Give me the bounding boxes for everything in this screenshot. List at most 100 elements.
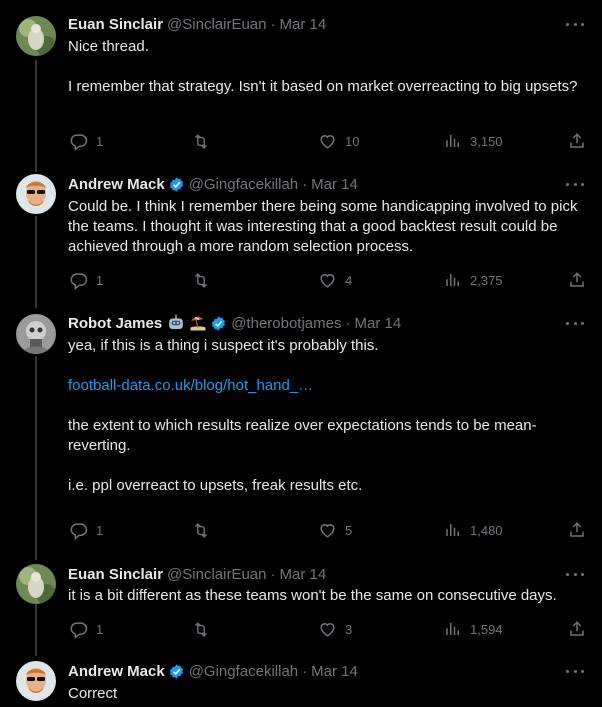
like-icon [320, 523, 335, 538]
reply-icon [70, 133, 88, 151]
like-icon [320, 273, 335, 288]
tweet-text: I remember that strategy. Isn't it based… [68, 78, 578, 95]
avatar[interactable] [16, 174, 56, 214]
author-name[interactable]: Andrew Mack [68, 176, 165, 193]
author-handle[interactable]: @SinclairEuan [167, 566, 266, 583]
verified-badge-icon [168, 663, 185, 680]
like-button[interactable]: 5 [318, 520, 352, 540]
views-icon [446, 274, 459, 286]
more-icon[interactable] [566, 16, 584, 32]
avatar[interactable] [16, 314, 56, 354]
tweet-text: yea, if this is a thing i suspect it's p… [68, 337, 379, 354]
views-icon [446, 135, 459, 147]
tweet-text: Correct [68, 685, 118, 702]
retweet-button[interactable] [191, 131, 211, 151]
reply-button[interactable]: 1 [69, 131, 103, 151]
tweet-date[interactable]: Mar 14 [354, 315, 401, 332]
view-count: 1,594 [470, 621, 503, 637]
share-button[interactable] [568, 520, 586, 540]
tweet-date[interactable]: Mar 14 [311, 663, 358, 680]
more-icon[interactable] [566, 566, 584, 582]
tweet-date[interactable]: Mar 14 [311, 176, 358, 193]
separator-dot: · [302, 662, 308, 680]
reply-count: 1 [96, 133, 104, 149]
tweet[interactable]: Andrew Mack @Gingfacekillah · Mar 14 Cor… [0, 661, 602, 707]
like-icon [320, 134, 335, 149]
view-count: 2,375 [470, 272, 503, 288]
share-button[interactable] [568, 619, 586, 639]
author-handle[interactable]: @SinclairEuan [167, 16, 266, 33]
views-button[interactable]: 1,480 [444, 520, 503, 540]
verified-badge-icon [168, 176, 185, 193]
share-icon [570, 272, 584, 287]
retweet-icon [194, 133, 208, 149]
retweet-icon [194, 621, 208, 637]
like-count: 10 [345, 133, 360, 149]
tweet-date[interactable]: Mar 14 [280, 16, 327, 33]
author-name[interactable]: Euan Sinclair [68, 566, 163, 583]
like-count: 3 [345, 621, 353, 637]
retweet-icon [194, 272, 208, 288]
like-button[interactable]: 4 [318, 270, 352, 290]
avatar[interactable] [16, 16, 56, 56]
retweet-icon [194, 522, 208, 538]
reply-button[interactable]: 1 [69, 619, 103, 639]
like-icon [320, 622, 335, 637]
author-name[interactable]: Euan Sinclair [68, 16, 163, 33]
view-count: 3,150 [470, 133, 503, 149]
beach-emoji-icon [189, 314, 207, 332]
verified-badge-icon [210, 315, 227, 332]
like-count: 5 [345, 522, 353, 538]
author-handle[interactable]: @Gingfacekillah [189, 176, 298, 193]
view-count: 1,480 [470, 522, 503, 538]
tweet[interactable]: Euan Sinclair @SinclairEuan · Mar 14 it … [0, 564, 602, 644]
reply-count: 1 [96, 522, 104, 538]
like-button[interactable]: 10 [318, 131, 359, 151]
share-icon [570, 621, 584, 636]
more-icon[interactable] [566, 176, 584, 192]
share-icon [570, 522, 584, 537]
reply-button[interactable]: 1 [69, 520, 103, 540]
share-button[interactable] [568, 131, 586, 151]
tweet-text: it is a bit different as these teams won… [68, 587, 557, 604]
author-name[interactable]: Robot James [68, 315, 162, 332]
reply-icon [70, 621, 88, 639]
more-icon[interactable] [566, 663, 584, 679]
share-button[interactable] [568, 270, 586, 290]
tweet-date[interactable]: Mar 14 [280, 566, 327, 583]
avatar[interactable] [16, 661, 56, 701]
views-icon [446, 524, 459, 536]
author-name[interactable]: Andrew Mack [68, 663, 165, 680]
reply-count: 1 [96, 272, 104, 288]
reply-count: 1 [96, 621, 104, 637]
like-count: 4 [345, 272, 353, 288]
tweet[interactable]: Robot James @therobotjames · Mar 14 yea,… [0, 313, 602, 543]
like-button[interactable]: 3 [318, 619, 352, 639]
views-icon [446, 623, 459, 635]
tweet-link[interactable]: football-data.co.uk/blog/hot_hand_… [68, 376, 578, 396]
separator-dot: · [270, 15, 276, 33]
views-button[interactable]: 2,375 [444, 270, 503, 290]
reply-icon [70, 272, 88, 290]
tweet-text: i.e. ppl overreact to upsets, freak resu… [68, 477, 363, 494]
share-icon [570, 133, 584, 148]
tweet[interactable]: Euan Sinclair @SinclairEuan · Mar 14 Nic… [0, 14, 602, 154]
avatar[interactable] [16, 564, 56, 604]
retweet-button[interactable] [191, 270, 211, 290]
views-button[interactable]: 3,150 [444, 131, 503, 151]
tweet-text: Could be. I think I remember there being… [68, 198, 578, 255]
tweet-text: Nice thread. [68, 38, 149, 55]
views-button[interactable]: 1,594 [444, 619, 503, 639]
reply-icon [70, 522, 88, 540]
author-handle[interactable]: @Gingfacekillah [189, 663, 298, 680]
tweet[interactable]: Andrew Mack @Gingfacekillah · Mar 14 Cou… [0, 174, 602, 294]
more-icon[interactable] [566, 315, 584, 331]
retweet-button[interactable] [191, 520, 211, 540]
separator-dot: · [270, 565, 276, 583]
reply-button[interactable]: 1 [69, 270, 103, 290]
tweet-text: the extent to which results realize over… [68, 417, 537, 454]
author-handle[interactable]: @therobotjames [231, 315, 341, 332]
robot-emoji-icon [167, 314, 185, 332]
separator-dot: · [302, 175, 308, 193]
retweet-button[interactable] [191, 619, 211, 639]
